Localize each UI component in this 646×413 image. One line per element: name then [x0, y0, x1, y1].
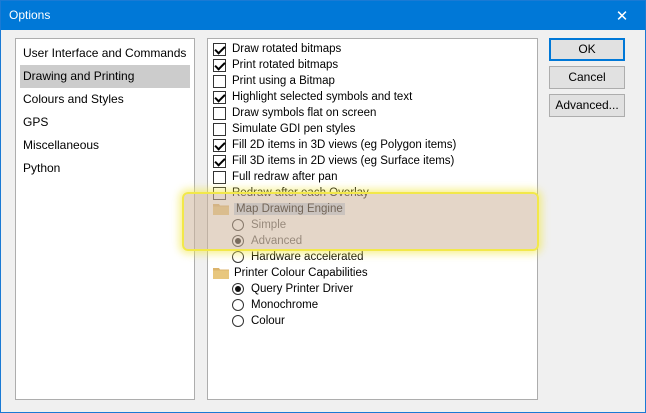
- category-item-python[interactable]: Python: [16, 157, 194, 180]
- setting-print-using-bitmap[interactable]: Print using a Bitmap: [213, 73, 335, 89]
- option-query-printer-driver[interactable]: Query Printer Driver: [232, 281, 353, 297]
- option-monochrome[interactable]: Monochrome: [232, 297, 318, 313]
- setting-redraw-each-overlay[interactable]: Redraw after each Overlay: [213, 185, 369, 201]
- checkbox[interactable]: [213, 138, 226, 152]
- folder-icon: [213, 268, 229, 279]
- checkbox[interactable]: [213, 42, 226, 56]
- option-simple[interactable]: Simple: [232, 217, 286, 233]
- setting-full-redraw[interactable]: Full redraw after pan: [213, 169, 337, 185]
- radio-button[interactable]: [232, 299, 244, 311]
- option-advanced[interactable]: Advanced: [232, 233, 302, 249]
- category-item-drawing-printing[interactable]: Drawing and Printing: [20, 65, 190, 88]
- radio-button[interactable]: [232, 315, 244, 327]
- group-label: Printer Colour Capabilities: [234, 267, 368, 279]
- setting-simulate-gdi[interactable]: Simulate GDI pen styles: [213, 121, 355, 137]
- option-label: Colour: [251, 315, 285, 327]
- setting-draw-rotated-bitmaps[interactable]: Draw rotated bitmaps: [213, 41, 341, 57]
- checkbox[interactable]: [213, 58, 226, 72]
- window-title: Options: [9, 8, 51, 22]
- cancel-button[interactable]: Cancel: [549, 66, 625, 89]
- checkbox[interactable]: [213, 74, 226, 88]
- setting-print-rotated-bitmaps[interactable]: Print rotated bitmaps: [213, 57, 338, 73]
- close-icon: ✕: [615, 7, 629, 25]
- category-list[interactable]: User Interface and Commands Drawing and …: [15, 38, 195, 400]
- checkbox[interactable]: [213, 186, 226, 200]
- setting-label: Simulate GDI pen styles: [232, 123, 356, 135]
- setting-label: Fill 3D items in 2D views (eg Surface it…: [232, 155, 455, 167]
- category-item-user-interface[interactable]: User Interface and Commands: [16, 42, 194, 65]
- settings-panel: Draw rotated bitmaps Print rotated bitma…: [207, 38, 538, 400]
- setting-label: Full redraw after pan: [232, 171, 338, 183]
- setting-label: Fill 2D items in 3D views (eg Polygon it…: [232, 139, 457, 151]
- checkbox[interactable]: [213, 170, 226, 184]
- option-label: Query Printer Driver: [251, 283, 354, 295]
- radio-button[interactable]: [232, 235, 244, 247]
- checkbox[interactable]: [213, 90, 226, 104]
- setting-highlight-selected[interactable]: Highlight selected symbols and text: [213, 89, 412, 105]
- setting-label: Draw rotated bitmaps: [232, 43, 342, 55]
- group-map-drawing-engine: Map Drawing Engine: [213, 201, 345, 217]
- radio-button[interactable]: [232, 251, 244, 263]
- category-item-gps[interactable]: GPS: [16, 111, 194, 134]
- option-colour[interactable]: Colour: [232, 313, 285, 329]
- ok-button[interactable]: OK: [549, 38, 625, 61]
- options-dialog: Options ✕ User Interface and Commands Dr…: [0, 0, 646, 413]
- option-label: Monochrome: [251, 299, 319, 311]
- option-label: Advanced: [251, 235, 303, 247]
- setting-label: Print rotated bitmaps: [232, 59, 339, 71]
- group-label: Map Drawing Engine: [234, 203, 345, 215]
- category-item-miscellaneous[interactable]: Miscellaneous: [16, 134, 194, 157]
- setting-fill-3d-in-2d[interactable]: Fill 3D items in 2D views (eg Surface it…: [213, 153, 454, 169]
- checkbox[interactable]: [213, 154, 226, 168]
- option-label: Simple: [251, 219, 287, 231]
- advanced-button[interactable]: Advanced...: [549, 94, 625, 117]
- setting-draw-symbols-flat[interactable]: Draw symbols flat on screen: [213, 105, 376, 121]
- checkbox[interactable]: [213, 106, 226, 120]
- setting-label: Highlight selected symbols and text: [232, 91, 413, 103]
- radio-button[interactable]: [232, 283, 244, 295]
- setting-label: Print using a Bitmap: [232, 75, 335, 87]
- close-button[interactable]: ✕: [599, 1, 645, 30]
- setting-fill-2d-in-3d[interactable]: Fill 2D items in 3D views (eg Polygon it…: [213, 137, 456, 153]
- radio-button[interactable]: [232, 219, 244, 231]
- folder-icon: [213, 204, 229, 215]
- category-item-colours-styles[interactable]: Colours and Styles: [16, 88, 194, 111]
- option-hardware-accelerated[interactable]: Hardware accelerated: [232, 249, 364, 265]
- checkbox[interactable]: [213, 122, 226, 136]
- option-label: Hardware accelerated: [251, 251, 364, 263]
- title-bar[interactable]: Options ✕: [1, 1, 645, 30]
- setting-label: Draw symbols flat on screen: [232, 107, 377, 119]
- setting-label: Redraw after each Overlay: [232, 187, 369, 199]
- group-printer-colour: Printer Colour Capabilities: [213, 265, 368, 281]
